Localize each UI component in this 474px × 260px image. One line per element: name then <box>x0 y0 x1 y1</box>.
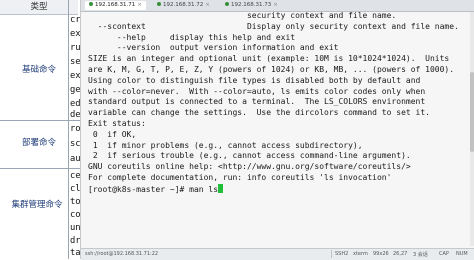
category-basic-commands: 基础命令 <box>21 65 56 75</box>
prompt-line[interactable]: [root@k8s-master ~]# man ls <box>88 183 468 196</box>
terminal-line: For complete documentation, run: info co… <box>88 172 392 182</box>
table-header-type: 类型 <box>0 0 78 15</box>
tab-session-2[interactable]: 192.168.31.72 × <box>153 1 214 10</box>
terminal-line: Using color to distinguish file types is… <box>88 75 421 85</box>
terminal-line: security context and file name. <box>88 11 397 20</box>
tab-session-3[interactable]: 192.168.31.73 × <box>221 1 282 10</box>
close-icon[interactable]: × <box>137 2 142 8</box>
close-icon[interactable]: × <box>205 2 210 8</box>
status-sessions: 3 会话 <box>413 252 428 258</box>
terminal-line: 0 if OK, <box>88 129 137 139</box>
terminal-line: 2 if serious trouble (e.g., cannot acces… <box>88 151 411 161</box>
status-protocol: SSH2 <box>335 251 349 257</box>
ssh-terminal-window[interactable]: 192.168.31.71 × 192.168.31.72 × 192.168.31… <box>81 0 474 260</box>
connected-icon <box>89 2 93 6</box>
category-deploy-commands: 部署命令 <box>21 138 56 148</box>
terminal-output[interactable]: security context and file name. --sconte… <box>88 11 468 246</box>
tab-label: 192.168.31.71 <box>95 2 136 8</box>
status-num: NUM <box>456 251 468 257</box>
status-connection: ssh://root@192.168.31.71:22 <box>85 251 159 257</box>
shell-prompt: [root@k8s-master ~]# man ls <box>88 184 219 194</box>
scrollbar-thumb[interactable] <box>470 72 474 152</box>
tab-label: 192.168.31.72 <box>163 2 204 8</box>
connected-icon <box>225 2 229 6</box>
terminal-scrollbar[interactable] <box>470 12 474 246</box>
tab-label: 192.168.31.73 <box>231 2 272 8</box>
connected-icon <box>157 2 161 6</box>
terminal-line: --scontext Display only security context… <box>88 21 459 31</box>
terminal-line: are K, M, G, T, P, E, Z, Y (powers of 10… <box>88 64 455 74</box>
terminal-line: standard output is connected to a termin… <box>88 97 426 107</box>
terminal-line: variable can change the settings. Use th… <box>88 108 430 118</box>
terminal-line: 1 if minor problems (e.g., cannot access… <box>88 140 363 150</box>
tab-session-1[interactable]: 192.168.31.71 × <box>85 1 146 10</box>
status-caps: CAP <box>439 251 449 257</box>
status-size: 99x26 <box>373 251 389 257</box>
terminal-line: SIZE is an integer and optional unit (ex… <box>88 54 450 64</box>
status-cursor-position: 26,27 <box>393 251 408 257</box>
category-cluster-commands: 集群管理命令 <box>11 200 63 210</box>
status-bar: ssh://root@192.168.31.71:22 SSH2 xterm 9… <box>81 248 474 260</box>
terminal-line: --version output version information and… <box>88 43 339 53</box>
terminal-line: Exit status: <box>88 118 146 128</box>
terminal-line: with --color=never. With --color=auto, l… <box>88 86 426 96</box>
status-divider <box>331 250 332 258</box>
terminal-line: --help display this help and exit <box>88 32 296 42</box>
text-cursor <box>218 183 224 193</box>
table-divider <box>68 0 69 259</box>
terminal-line: GNU coreutils online help: <http://www.g… <box>88 162 411 172</box>
close-icon[interactable]: × <box>273 2 278 8</box>
status-terminal-type: xterm <box>353 251 368 257</box>
